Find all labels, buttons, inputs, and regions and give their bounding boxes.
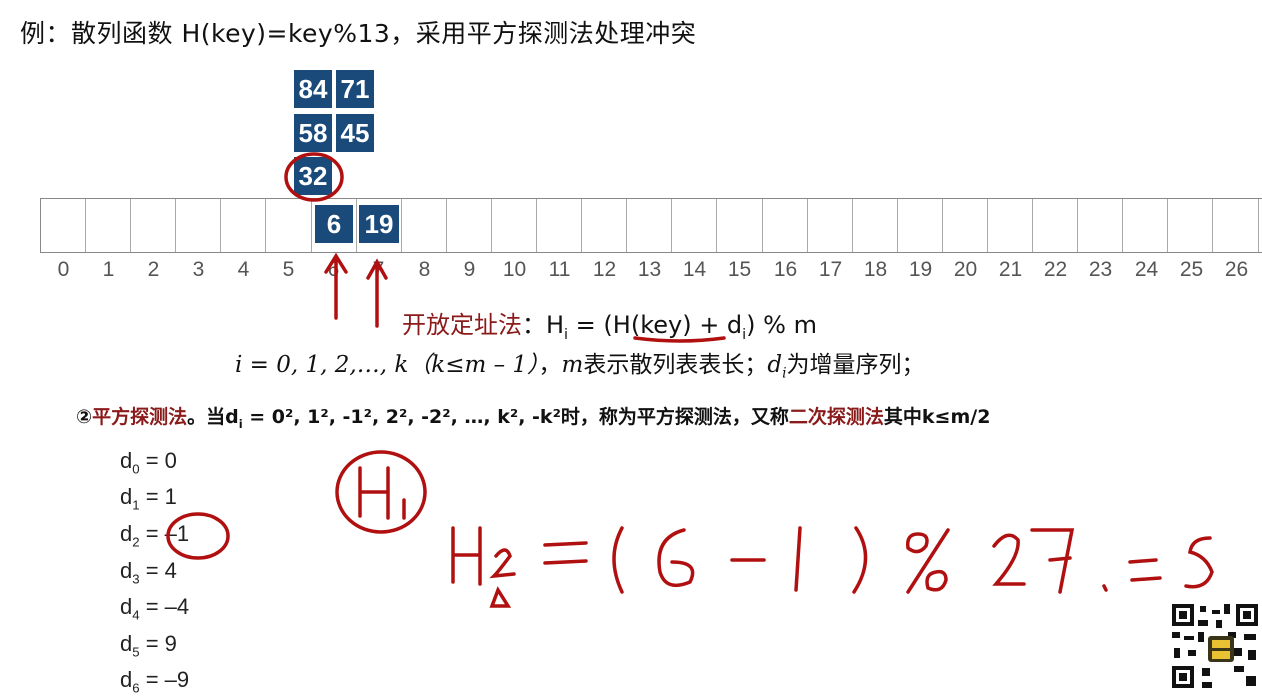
handwritten-h1 [358,466,406,520]
arrow-up-icon [324,252,348,320]
circle-mark [284,152,344,202]
qr-code [1168,600,1262,692]
arrow-up-icon [366,258,388,328]
handwriting-annotations [166,152,1214,608]
underline-mark [633,336,726,343]
circle-mark [166,512,230,560]
